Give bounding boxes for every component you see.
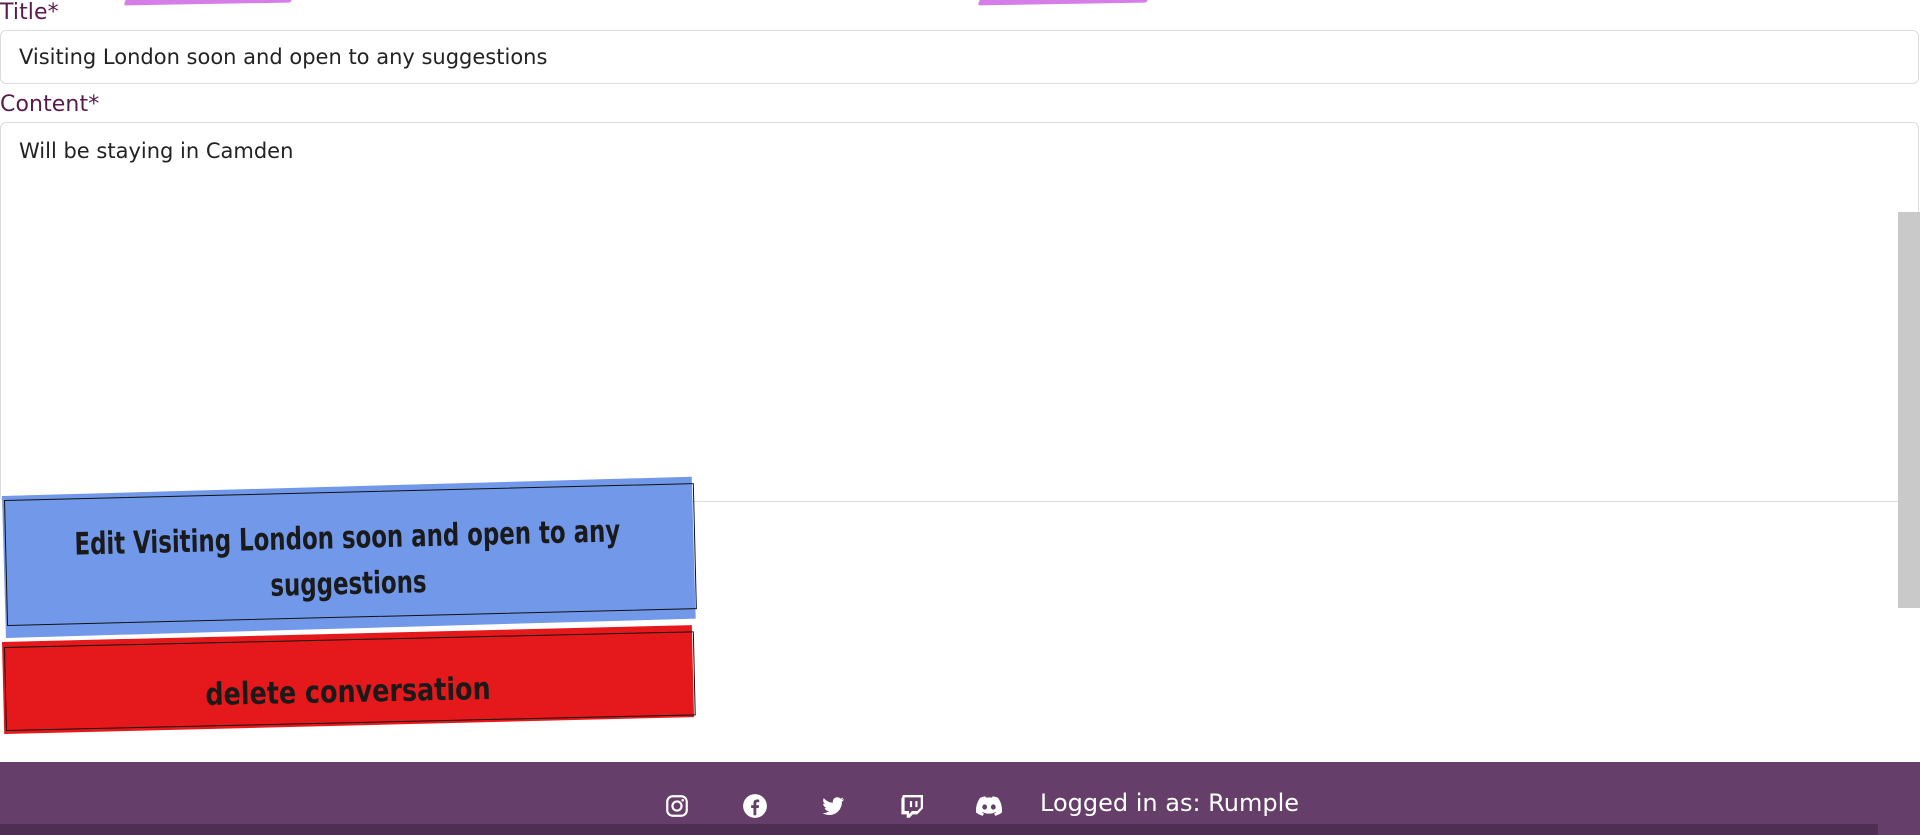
decorative-stroke — [977, 0, 1151, 6]
instagram-icon[interactable] — [664, 793, 690, 819]
content-textarea[interactable]: Will be staying in Camden — [0, 122, 1919, 502]
title-input[interactable]: Visiting London soon and open to any sug… — [0, 30, 1919, 84]
edit-button-label[interactable]: Edit Visiting London soon and open to an… — [68, 508, 628, 622]
twitch-icon[interactable] — [898, 793, 924, 819]
page-scrollbar-thumb[interactable] — [1898, 212, 1920, 608]
facebook-icon[interactable] — [742, 793, 768, 819]
footer-bottom-bar — [0, 824, 1878, 835]
discord-icon[interactable] — [976, 793, 1002, 819]
edit-conversation-page: Title* Visiting London soon and open to … — [0, 0, 1920, 835]
decorative-stroke — [123, 0, 295, 6]
title-label: Title* — [0, 0, 59, 25]
content-text: Will be staying in Camden — [19, 139, 294, 163]
logged-in-status: Logged in as: Rumple — [1040, 789, 1300, 817]
social-links — [664, 790, 1054, 822]
content-label: Content* — [0, 92, 100, 117]
twitter-icon[interactable] — [820, 793, 846, 819]
